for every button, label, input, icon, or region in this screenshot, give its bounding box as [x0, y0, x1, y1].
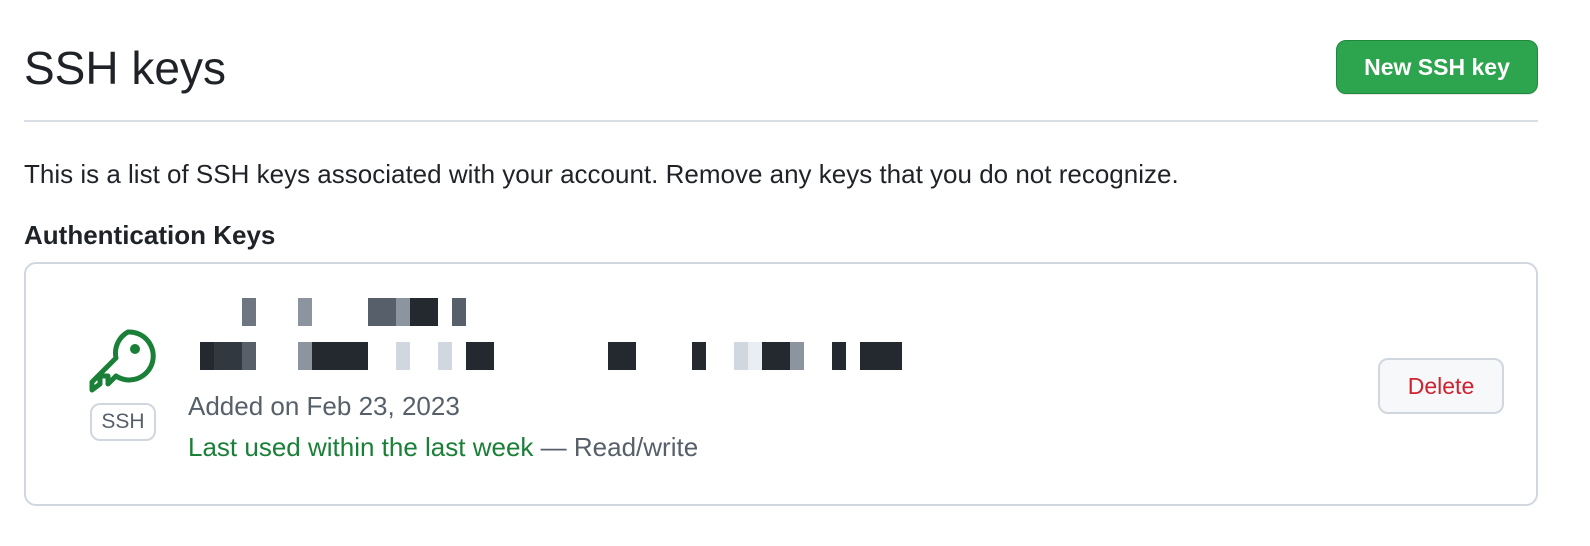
page-header: SSH keys New SSH key: [24, 0, 1538, 122]
redacted-key-fingerprint: [198, 298, 918, 374]
page-title: SSH keys: [24, 42, 226, 94]
key-type-badge: SSH: [90, 403, 156, 441]
key-added-date: Added on Feb 23, 2023: [188, 391, 460, 421]
key-last-used: Last used within the last week: [188, 432, 534, 462]
page-description: This is a list of SSH keys associated wi…: [24, 159, 1179, 189]
delete-key-button[interactable]: Delete: [1378, 358, 1504, 414]
key-usage-line: Last used within the last week — Read/wr…: [188, 429, 698, 465]
usage-separator: —: [533, 432, 574, 462]
new-ssh-key-button[interactable]: New SSH key: [1336, 40, 1538, 94]
key-access-level: Read/write: [573, 432, 699, 462]
key-icon: [89, 329, 156, 393]
ssh-key-item: SSH Added on Feb 23, 2023 Last used with…: [24, 262, 1538, 506]
ssh-keys-page: SSH keys New SSH key This is a list of S…: [0, 0, 1590, 546]
section-heading: Authentication Keys: [24, 220, 276, 250]
